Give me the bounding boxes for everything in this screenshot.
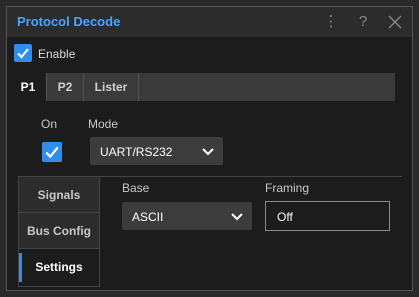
base-value: ASCII bbox=[132, 210, 164, 224]
chevron-down-icon bbox=[202, 148, 214, 156]
on-label: On bbox=[41, 117, 58, 131]
tab-lister[interactable]: Lister bbox=[84, 73, 139, 101]
decoder-tab-bar: P1 P2 Lister bbox=[10, 73, 395, 101]
dialog-title: Protocol Decode bbox=[17, 14, 121, 29]
active-indicator bbox=[19, 253, 22, 282]
base-dropdown[interactable]: ASCII bbox=[122, 202, 252, 230]
mode-label: Mode bbox=[88, 117, 119, 131]
tab-p1[interactable]: P1 bbox=[10, 73, 47, 101]
mode-value: UART/RS232 bbox=[100, 145, 173, 159]
checkmark-icon bbox=[45, 146, 59, 159]
framing-value: Off bbox=[277, 210, 293, 224]
side-tab-settings-label: Settings bbox=[35, 260, 83, 274]
title-bar[interactable]: Protocol Decode ⋮ ? bbox=[7, 7, 412, 37]
mode-dropdown[interactable]: UART/RS232 bbox=[90, 137, 223, 165]
framing-field[interactable]: Off bbox=[265, 201, 390, 231]
chevron-down-icon bbox=[231, 213, 243, 221]
tab-p2[interactable]: P2 bbox=[47, 73, 84, 101]
enable-label: Enable bbox=[38, 47, 76, 61]
base-label: Base bbox=[122, 181, 150, 195]
help-icon[interactable]: ? bbox=[353, 12, 373, 32]
vertical-dots-icon[interactable]: ⋮ bbox=[321, 12, 341, 32]
on-checkbox[interactable] bbox=[42, 142, 62, 162]
close-icon[interactable] bbox=[385, 12, 405, 32]
side-tab-bus-config[interactable]: Bus Config bbox=[19, 213, 99, 249]
side-tab-signals[interactable]: Signals bbox=[19, 177, 99, 213]
enable-checkbox[interactable] bbox=[14, 44, 32, 62]
checkmark-icon bbox=[17, 48, 29, 59]
settings-side-nav: Signals Bus Config Settings bbox=[18, 176, 100, 287]
side-tab-settings[interactable]: Settings bbox=[19, 249, 99, 286]
framing-label: Framing bbox=[265, 181, 310, 195]
